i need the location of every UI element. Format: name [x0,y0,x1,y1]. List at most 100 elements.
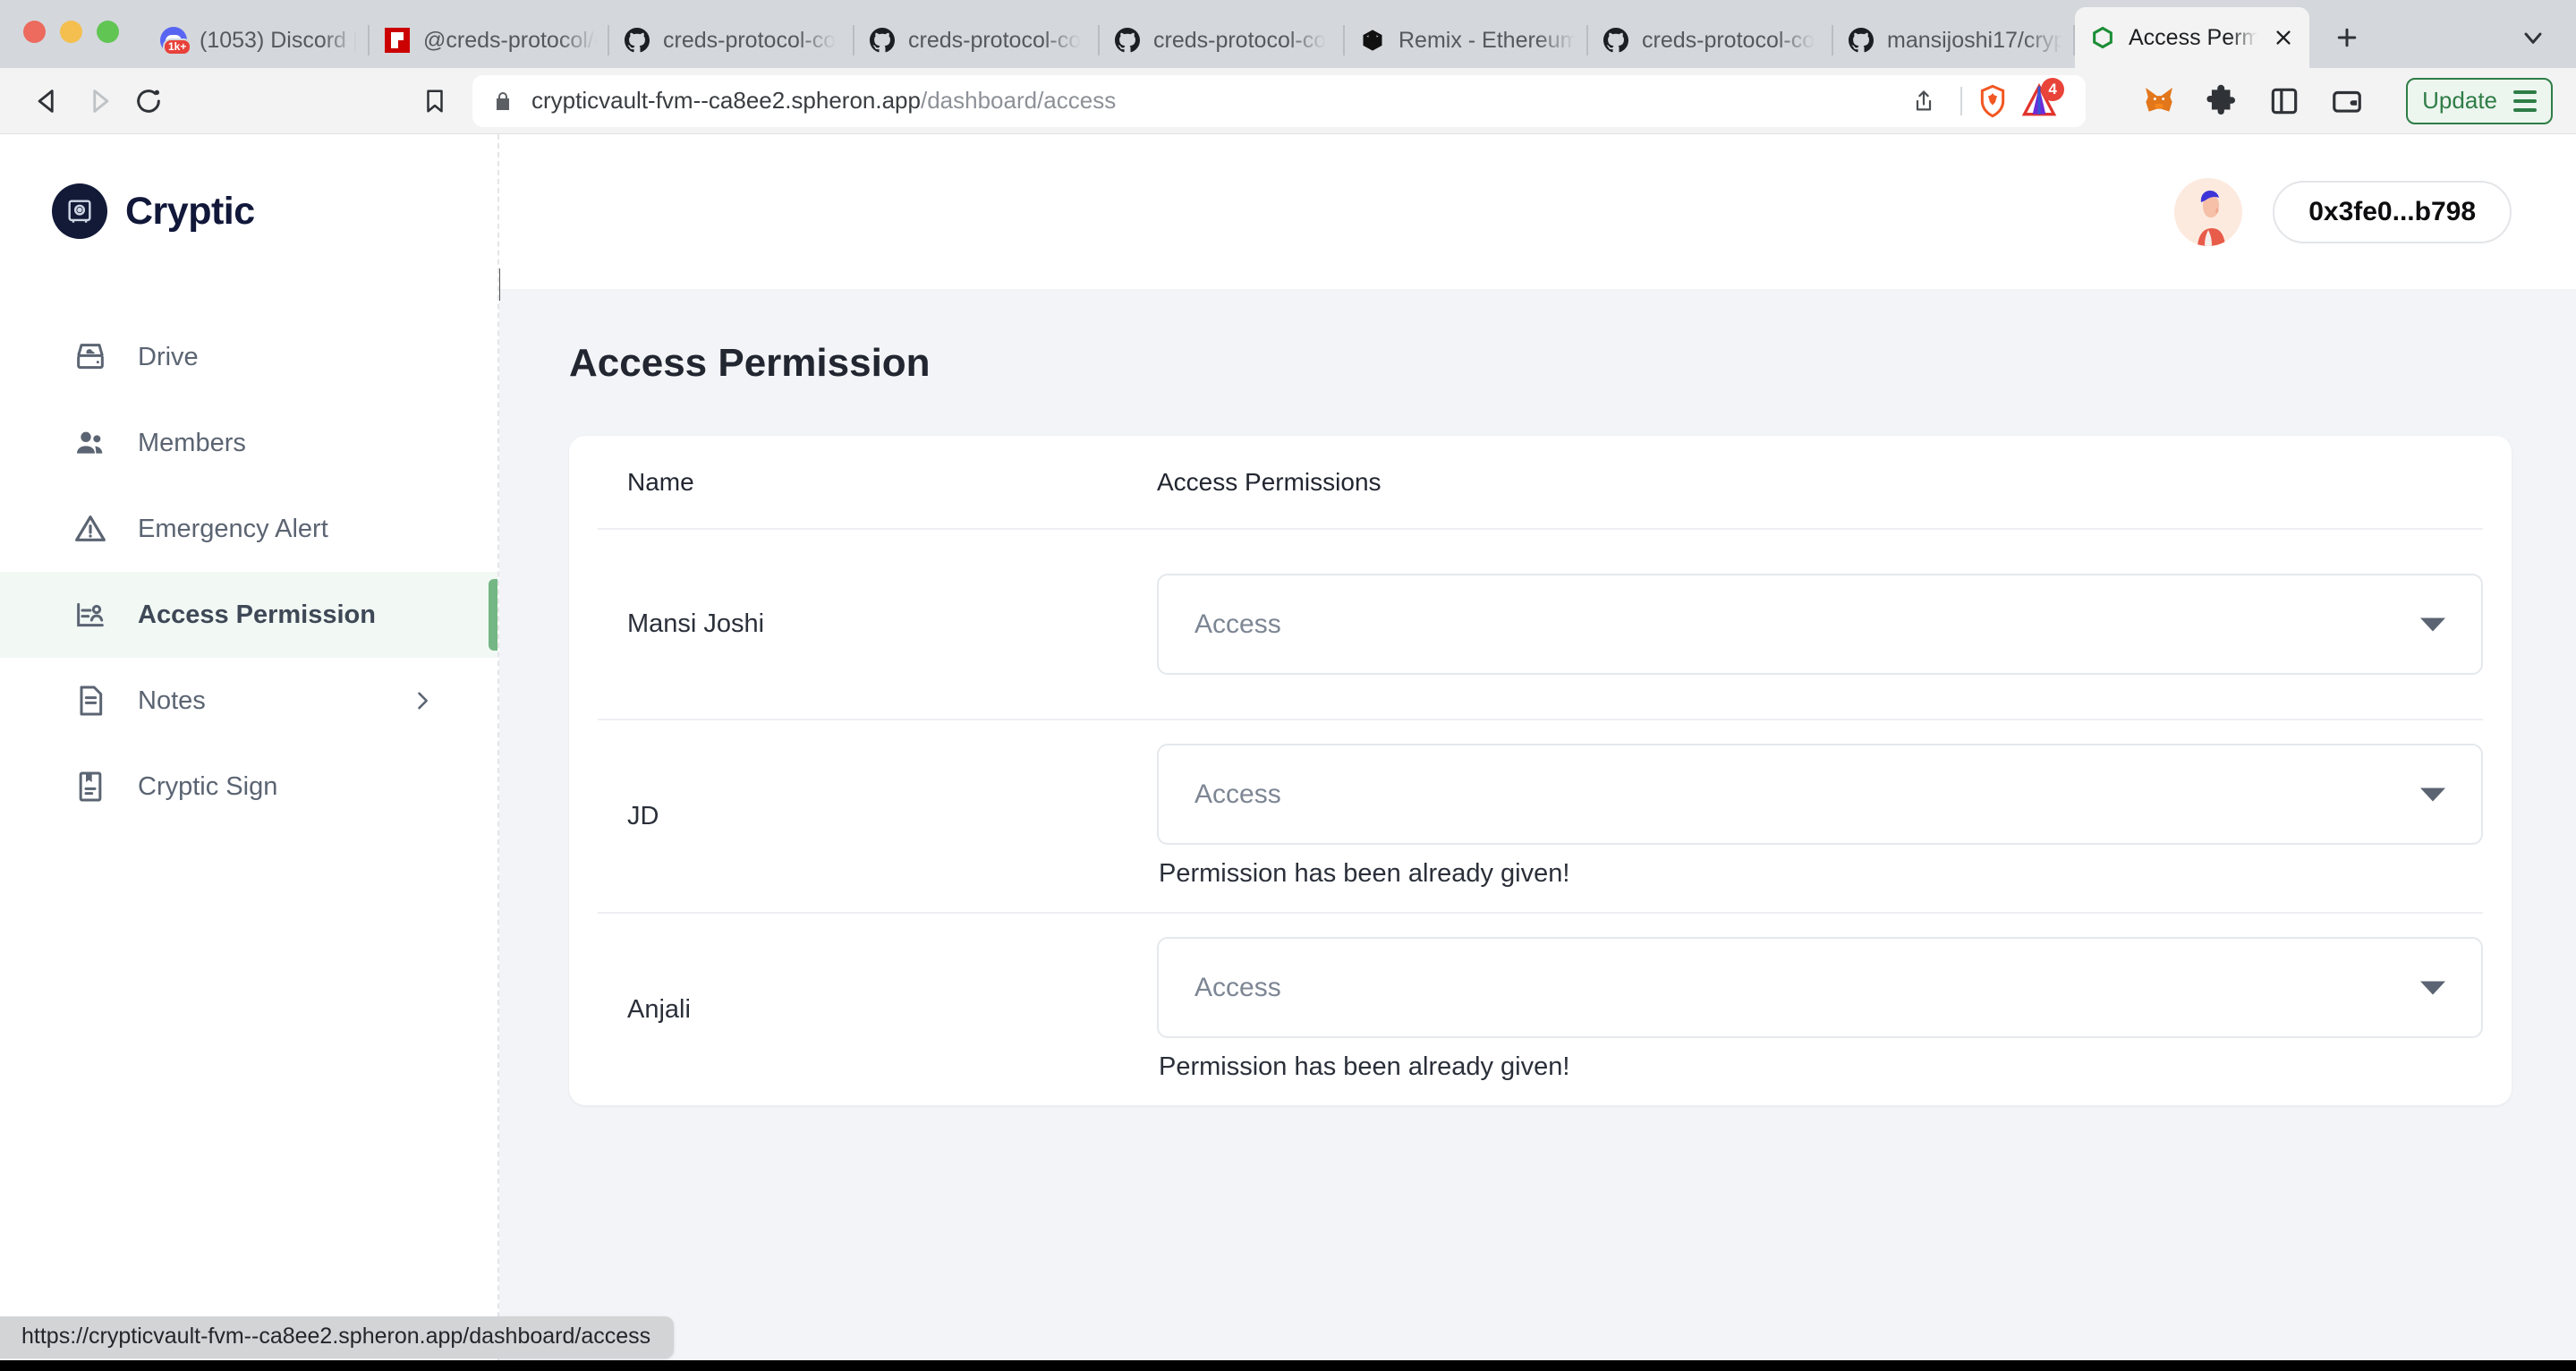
triangle-extension-icon[interactable]: 4 [2019,81,2061,121]
bookmark-icon[interactable] [410,76,460,126]
tab-title: creds-protocol-co [908,28,1081,54]
sidebar-item-emergency-alert[interactable]: Emergency Alert [0,486,497,572]
sidebar-item-label: Notes [138,686,206,716]
window-controls [23,21,119,68]
browser-tab[interactable]: creds-protocol-co [1100,13,1345,68]
column-header-name: Name [598,468,1157,497]
sidebar-item-cryptic-sign[interactable]: Cryptic Sign [0,744,497,830]
sidebar-item-label: Access Permission [138,600,376,630]
browser-tab[interactable]: creds-protocol-co [1588,13,1833,68]
blocked-count-badge: 4 [2041,78,2064,101]
browser-tab[interactable]: Remix - Ethereum [1345,13,1588,68]
omnibox-actions: 4 [1900,77,2066,125]
extensions-puzzle-icon[interactable] [2202,81,2241,121]
browser-tab[interactable]: mansijoshi17/cryp [1833,13,2075,68]
chevron-down-icon[interactable] [2420,617,2445,631]
permission-hint: Permission has been already given! [1157,1052,2483,1082]
vault-safe-icon [52,183,107,239]
permissions-card: Name Access Permissions Mansi Joshi Acce… [569,436,2512,1105]
github-icon [624,27,650,54]
tab-title: creds-protocol-co [1153,28,1326,54]
minimize-window-button[interactable] [60,21,82,43]
metamask-fox-icon[interactable] [2139,81,2179,121]
member-name: Mansi Joshi [598,609,1157,639]
close-window-button[interactable] [23,21,46,43]
permission-cell: Access Permission has been already given… [1157,720,2483,912]
close-tab-icon[interactable] [2270,24,2297,51]
access-select[interactable]: Access [1157,937,2483,1038]
wallet-icon[interactable] [2327,81,2367,121]
tab-title: mansijoshi17/cryp [1887,28,2062,54]
share-icon[interactable] [1900,77,1948,125]
github-icon [1603,27,1629,54]
status-bar-url: https://crypticvault-fvm--ca8ee2.spheron… [0,1316,674,1358]
browser-menu-icon[interactable] [2513,90,2537,112]
tab-title: @creds-protocol/c [423,28,597,54]
github-icon [1114,27,1141,54]
browser-tab[interactable]: 1k+ (1053) Discord | # [146,13,370,68]
chevron-right-icon[interactable] [410,688,435,713]
address-bar[interactable]: crypticvault-fvm--ca8ee2.spheron.app/das… [472,75,2086,127]
chevron-down-icon[interactable] [2420,981,2445,994]
members-icon [70,422,111,464]
screen-edge [0,1360,2576,1371]
app-logo[interactable]: Cryptic [0,134,497,239]
browser-tab-active[interactable]: Access Permis [2075,7,2309,68]
sidebar-nav: Drive Members Emergency Alert [0,314,497,830]
url-host: crypticvault-fvm--ca8ee2.spheron.app [531,87,921,114]
back-button[interactable] [23,76,73,126]
update-button[interactable]: Update [2406,78,2553,124]
tab-title: creds-protocol-co [663,28,836,54]
divider [1960,87,1962,115]
permission-cell: Access [1157,550,2483,698]
lock-icon [492,90,514,112]
remix-icon [1359,27,1386,54]
discord-icon: 1k+ [160,27,187,54]
browser-tab[interactable]: creds-protocol-co [854,13,1100,68]
tab-search-chevron-down-icon[interactable] [2513,18,2553,57]
brave-shields-icon[interactable] [1975,83,2011,119]
access-select[interactable]: Access [1157,744,2483,845]
note-icon [70,680,111,721]
browser-tab[interactable]: @creds-protocol/c [370,13,609,68]
forward-button[interactable] [73,76,123,126]
github-icon [1848,27,1875,54]
avatar[interactable] [2174,178,2242,246]
sidebar-item-notes[interactable]: Notes [0,658,497,744]
sidebar-item-drive[interactable]: Drive [0,314,497,400]
hexagon-icon [2089,24,2116,51]
tab-strip: 1k+ (1053) Discord | # @creds-protocol/c… [0,0,2576,68]
access-card-icon [70,594,111,635]
url-text: crypticvault-fvm--ca8ee2.spheron.app/das… [531,87,1116,115]
browser-tab[interactable]: creds-protocol-co [609,13,854,68]
sidebar-toggle-icon[interactable] [2265,81,2304,121]
browser-window: 1k+ (1053) Discord | # @creds-protocol/c… [0,0,2576,1371]
permission-cell: Access Permission has been already given… [1157,914,2483,1105]
sidebar-item-label: Cryptic Sign [138,772,277,802]
access-select-placeholder: Access [1194,779,1281,810]
tab-title: Access Permis [2129,25,2257,51]
maximize-window-button[interactable] [97,21,119,43]
page-title: Access Permission [569,341,2512,386]
sidebar-item-label: Emergency Alert [138,515,328,544]
column-header-access-permissions: Access Permissions [1157,468,2483,497]
sidebar-item-label: Members [138,429,246,458]
access-select[interactable]: Access [1157,574,2483,675]
github-icon [869,27,896,54]
reload-button[interactable] [123,76,174,126]
table-header: Name Access Permissions [598,436,2483,530]
member-name: Anjali [598,995,1157,1025]
new-tab-button[interactable] [2327,18,2367,57]
access-select-placeholder: Access [1194,973,1281,1003]
chevron-down-icon[interactable] [2420,788,2445,801]
sidebar-item-access-permission[interactable]: Access Permission [0,572,497,658]
main-panel: Access Permission Name Access Permission… [499,289,2576,1371]
tab-title: Remix - Ethereum [1399,28,1576,54]
wallet-address-chip[interactable]: 0x3fe0...b798 [2273,181,2512,243]
brand-name: Cryptic [125,190,255,234]
tab-badge: 1k+ [163,38,191,55]
member-name: JD [598,802,1157,831]
sidebar-item-members[interactable]: Members [0,400,497,486]
signed-doc-icon [70,766,111,807]
app-header: 0x3fe0...b798 [499,134,2576,289]
